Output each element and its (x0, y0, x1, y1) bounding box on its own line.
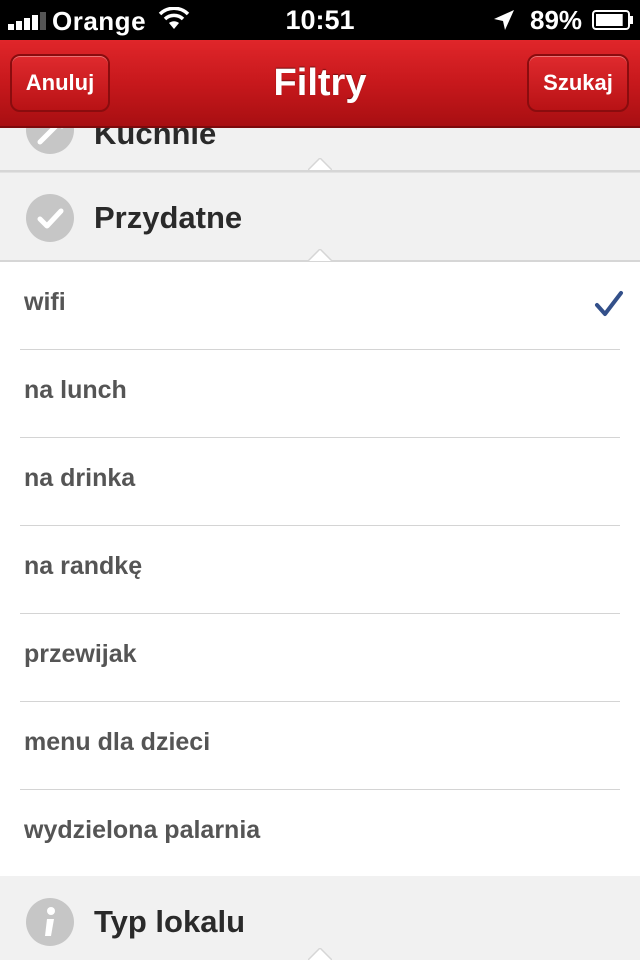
list-item-label: na randkę (24, 552, 143, 580)
list-item-wifi[interactable]: wifi (0, 262, 640, 350)
battery-percentage: 89% (530, 5, 583, 35)
battery-icon (592, 10, 633, 30)
list-item-przewijak[interactable]: przewijak (0, 614, 640, 702)
section-notch (308, 948, 332, 960)
list-item-na-lunch[interactable]: na lunch (0, 350, 640, 438)
status-bar: Orange 10:51 89% (0, 0, 640, 40)
location-arrow-icon (494, 10, 514, 30)
list-item-label: na lunch (24, 376, 127, 404)
info-icon (26, 898, 74, 946)
list-item-na-randke[interactable]: na randkę (0, 526, 640, 614)
list-item-label: wifi (24, 288, 66, 316)
fork-knife-icon (26, 128, 74, 154)
section-notch (308, 249, 332, 261)
list-item-menu-dla-dzieci[interactable]: menu dla dzieci (0, 702, 640, 790)
list-item-wydzielona-palarnia[interactable]: wydzielona palarnia (0, 790, 640, 878)
filter-options-list: wifi na lunch na drinka na randkę przewi… (0, 262, 640, 878)
list-item-label: przewijak (24, 640, 137, 668)
list-item-na-drinka[interactable]: na drinka (0, 438, 640, 526)
section-header-kuchnie[interactable]: Kuchnie (0, 128, 640, 172)
list-item-label: wydzielona palarnia (24, 816, 261, 844)
navigation-bar: Anuluj Filtry Szukaj (0, 40, 640, 128)
checkmark-circle-icon (26, 194, 74, 242)
section-notch (308, 158, 332, 170)
section-header-przydatne[interactable]: Przydatne (0, 172, 640, 262)
section-label: Kuchnie (94, 128, 217, 151)
search-button[interactable]: Szukaj (527, 54, 629, 112)
section-label: Typ lokalu (94, 904, 246, 939)
list-item-label: na drinka (24, 464, 136, 492)
section-label: Przydatne (94, 200, 243, 235)
checkmark-icon (595, 291, 623, 316)
section-header-typ-lokalu[interactable]: Typ lokalu (0, 876, 640, 960)
list-item-label: menu dla dzieci (24, 728, 211, 756)
